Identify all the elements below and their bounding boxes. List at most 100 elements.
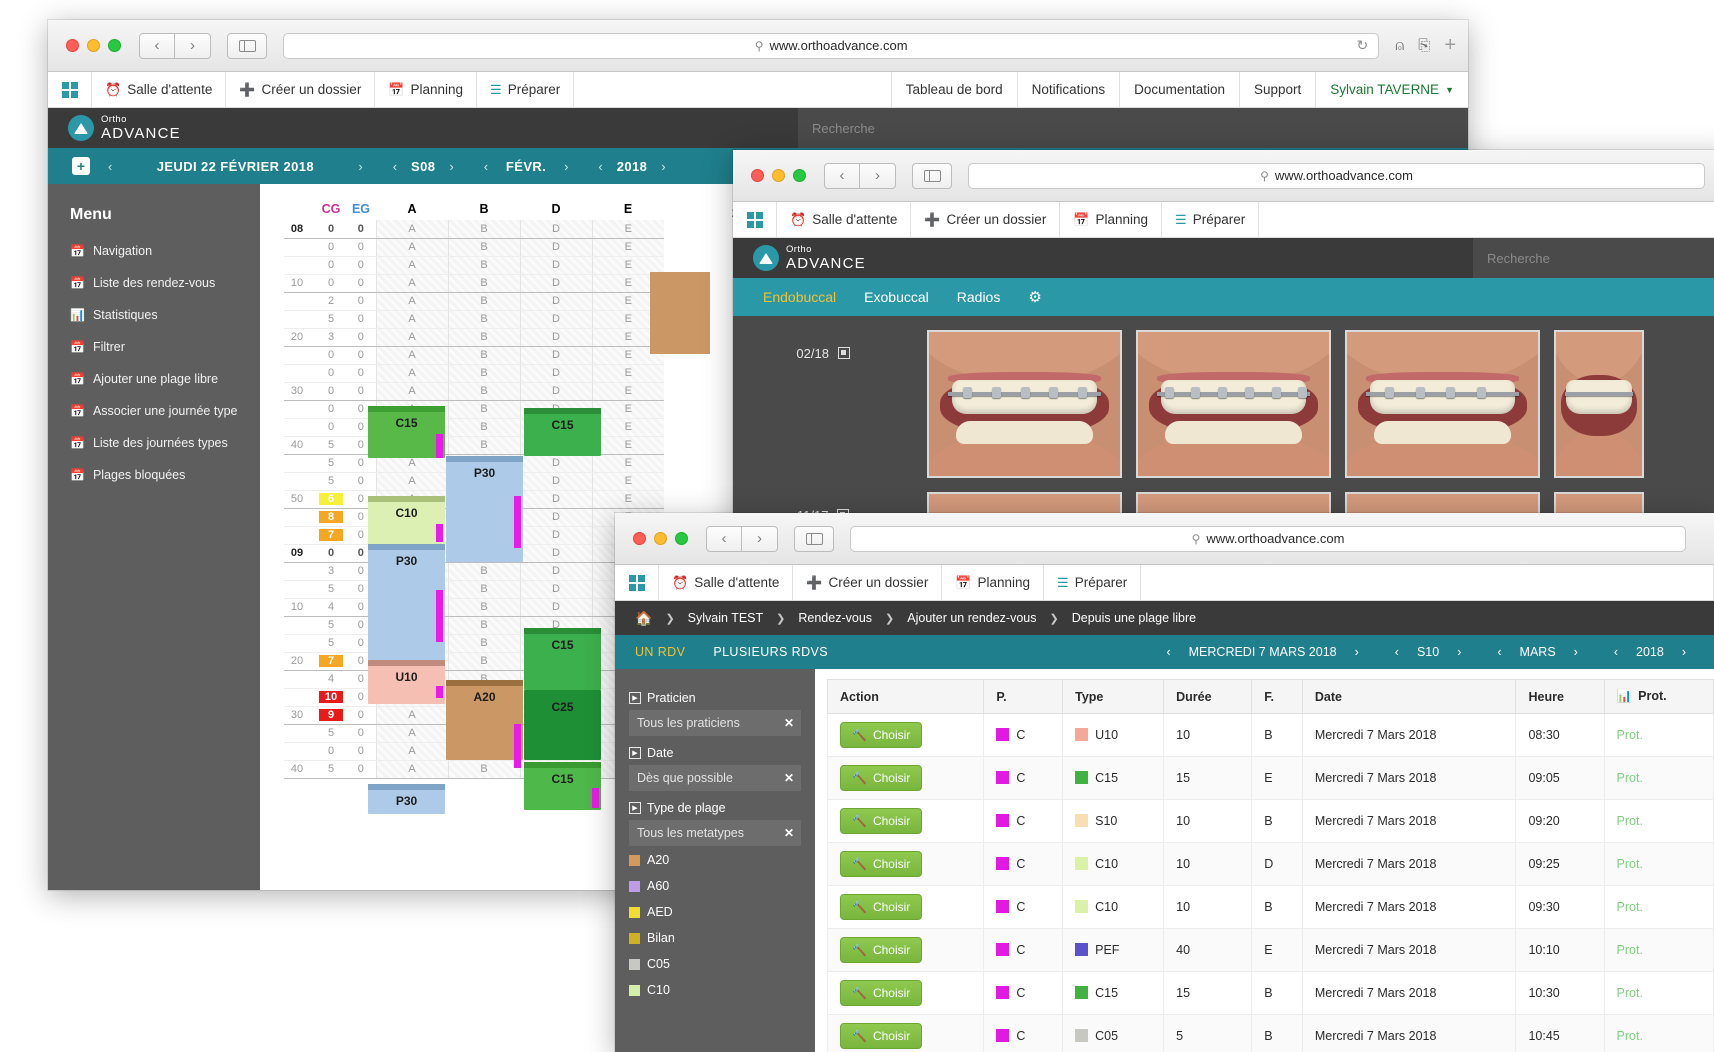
sidebar-item-statistiques[interactable]: 📊 Statistiques	[70, 308, 260, 322]
appointments-table[interactable]: Action P. Type Durée F. Date Heure 📊 Prot…	[826, 679, 1714, 1052]
table-row[interactable]: 🔨 Choisir C C10 10 D Mercredi 7 Mars 2018 09:25…	[826, 842, 1714, 886]
slot-cell-b[interactable]: B	[447, 580, 520, 599]
breadcrumb-item-ajouter[interactable]: Ajouter un rendez-vous	[907, 611, 1036, 625]
breadcrumb-item-rendez-vous[interactable]: Rendez-vous	[798, 611, 872, 625]
browser-nav[interactable]: ‹ ›	[706, 525, 778, 552]
minimize-window-button[interactable]	[654, 532, 667, 545]
search-input[interactable]: Recherche	[1473, 238, 1714, 278]
calendar-row[interactable]: 20ABDE	[284, 292, 664, 311]
choisir-button[interactable]: 🔨 Choisir	[840, 937, 923, 963]
slot-cell-b[interactable]: B	[447, 238, 520, 257]
expand-icon[interactable]: ▶	[629, 802, 641, 814]
back-icon[interactable]: ‹	[706, 525, 742, 552]
window-controls[interactable]	[66, 39, 121, 52]
choisir-button[interactable]: 🔨 Choisir	[840, 765, 923, 791]
tab-plusieurs-rdvs[interactable]: PLUSIEURS RDVS	[713, 645, 828, 659]
forward-icon[interactable]: ›	[175, 32, 211, 59]
event-u10-a[interactable]: U10	[368, 660, 445, 704]
choisir-button[interactable]: 🔨 Choisir	[840, 1023, 923, 1049]
slot-cell-b[interactable]: B	[447, 562, 520, 581]
appointment-nav-bar[interactable]: UN RDV PLUSIEURS RDVS ‹ MERCREDI 7 MARS …	[615, 635, 1714, 669]
tabs-overview-icon[interactable]: ⎘	[1418, 37, 1430, 54]
nav-tableau-de-bord[interactable]: Tableau de bord	[892, 72, 1018, 107]
reload-icon[interactable]: ↻	[1357, 37, 1369, 54]
filter-panel[interactable]: ▶ Praticien Tous les praticiens ✕ ▶ Date…	[615, 669, 815, 1052]
legend-item[interactable]: C05	[629, 957, 801, 971]
cell-action[interactable]: 🔨 Choisir	[826, 885, 985, 929]
tab-exobuccal[interactable]: Exobuccal	[864, 289, 929, 305]
close-icon[interactable]: ✕	[784, 771, 794, 785]
filter-input-date[interactable]: Dès que possible ✕	[629, 765, 801, 791]
event-c15-d3[interactable]: C15	[524, 762, 601, 810]
slot-cell-a[interactable]: A	[375, 760, 448, 779]
slot-cell-d[interactable]: D	[519, 580, 592, 599]
slot-cell-b[interactable]: B	[447, 382, 520, 401]
slot-cell-e[interactable]: E	[591, 436, 664, 455]
maximize-window-button[interactable]	[793, 169, 806, 182]
sidebar-toggle-icon[interactable]	[227, 32, 267, 59]
sidebar-item-associer-une-journee-type[interactable]: 📅 Associer une journée type	[70, 404, 260, 418]
slot-cell-a[interactable]: A	[375, 346, 448, 365]
new-tab-icon[interactable]: +	[1444, 34, 1456, 57]
slot-cell-a[interactable]: A	[375, 724, 448, 743]
back-icon[interactable]: ‹	[139, 32, 175, 59]
window-controls[interactable]	[633, 532, 688, 545]
slot-cell-a[interactable]: A	[375, 292, 448, 311]
expand-icon[interactable]: ▶	[629, 747, 641, 759]
breadcrumb-item-patient[interactable]: Sylvain TEST	[688, 611, 764, 625]
slot-cell-d[interactable]: D	[519, 454, 592, 473]
address-bar[interactable]: ⚲ www.orthoadvance.com	[968, 162, 1705, 189]
slot-cell-d[interactable]: D	[519, 256, 592, 275]
photo-tabs[interactable]: Endobuccal Exobuccal Radios ⚙	[733, 278, 1714, 316]
slot-cell-b[interactable]: B	[447, 760, 520, 779]
collapse-icon[interactable]	[837, 347, 850, 359]
sidebar-item-plages-bloquees[interactable]: 📅 Plages bloquées	[70, 468, 260, 482]
cell-action[interactable]: 🔨 Choisir	[826, 1014, 985, 1052]
breadcrumb[interactable]: 🏠 ❯ Sylvain TEST ❯ Rendez-vous ❯ Ajouter…	[615, 601, 1714, 635]
sidebar-item-liste-des-journees-types[interactable]: 📅 Liste des journées types	[70, 436, 260, 450]
sidebar-menu[interactable]: Menu 📅 Navigation 📅 Liste des rendez-vous …	[48, 184, 260, 890]
slot-cell-d[interactable]: D	[519, 508, 592, 527]
slot-cell-d[interactable]: D	[519, 382, 592, 401]
slot-cell-e[interactable]: E	[591, 400, 664, 419]
close-window-button[interactable]	[751, 169, 764, 182]
add-icon[interactable]: +	[72, 157, 90, 175]
sidebar-item-ajouter-une-plage-libre[interactable]: 📅 Ajouter une plage libre	[70, 372, 260, 386]
toolbar-item-salle-dattente[interactable]: ⏰ Salle d'attente	[659, 565, 794, 600]
search-container[interactable]: Recherche	[798, 108, 1468, 148]
user-menu[interactable]: Sylvain TAVERNE ▼	[1316, 72, 1468, 107]
month-selector[interactable]: ‹ MARS ›	[1479, 645, 1595, 659]
calendar-row[interactable]: 00ABDE	[284, 364, 664, 383]
slot-cell-a[interactable]: A	[375, 328, 448, 347]
apps-grid-icon[interactable]	[615, 565, 659, 600]
cell-prot[interactable]: Prot.	[1603, 842, 1714, 886]
slot-cell-a[interactable]: A	[375, 364, 448, 383]
slot-cell-d[interactable]: D	[519, 274, 592, 293]
toolbar-item-preparer[interactable]: ☰ Préparer	[1162, 202, 1260, 237]
event-p30-a2[interactable]: P30	[368, 784, 445, 814]
calendar-row[interactable]: 00ABDE	[284, 256, 664, 275]
prev-month-icon[interactable]: ‹	[484, 159, 488, 174]
slot-cell-d[interactable]: D	[519, 526, 592, 545]
next-week-icon[interactable]: ›	[1457, 645, 1461, 659]
next-year-icon[interactable]: ›	[661, 159, 665, 174]
photo-thumbnail[interactable]	[1554, 330, 1644, 478]
appointments-table-body[interactable]: 🔨 Choisir C U10 10 B Mercredi 7 Mars 2018 08:30…	[826, 713, 1714, 1052]
free-slot-block[interactable]	[650, 272, 710, 354]
slot-cell-b[interactable]: B	[447, 346, 520, 365]
cell-prot[interactable]: Prot.	[1603, 928, 1714, 972]
nav-documentation[interactable]: Documentation	[1120, 72, 1240, 107]
toolbar-item-salle-dattente[interactable]: ⏰ Salle d'attente	[92, 72, 227, 107]
slot-cell-b[interactable]: B	[447, 418, 520, 437]
slot-cell-a[interactable]: A	[375, 382, 448, 401]
home-icon[interactable]: 🏠	[635, 610, 652, 627]
breadcrumb-item-plage-libre[interactable]: Depuis une plage libre	[1072, 611, 1196, 625]
slot-cell-b[interactable]: B	[447, 400, 520, 419]
calendar-row[interactable]: 10 0 0 A B D E	[284, 274, 664, 293]
table-row[interactable]: 🔨 Choisir C C05 5 B Mercredi 7 Mars 2018 10:45 P…	[826, 1014, 1714, 1052]
address-bar[interactable]: ⚲ www.orthoadvance.com ↻	[283, 32, 1380, 59]
close-icon[interactable]: ✕	[784, 716, 794, 730]
table-row[interactable]: 🔨 Choisir C C10 10 B Mercredi 7 Mars 2018 09:30…	[826, 885, 1714, 929]
slot-cell-b[interactable]: B	[447, 256, 520, 275]
type-legend[interactable]: A20 A60 AED Bilan C05 C10	[629, 853, 801, 997]
